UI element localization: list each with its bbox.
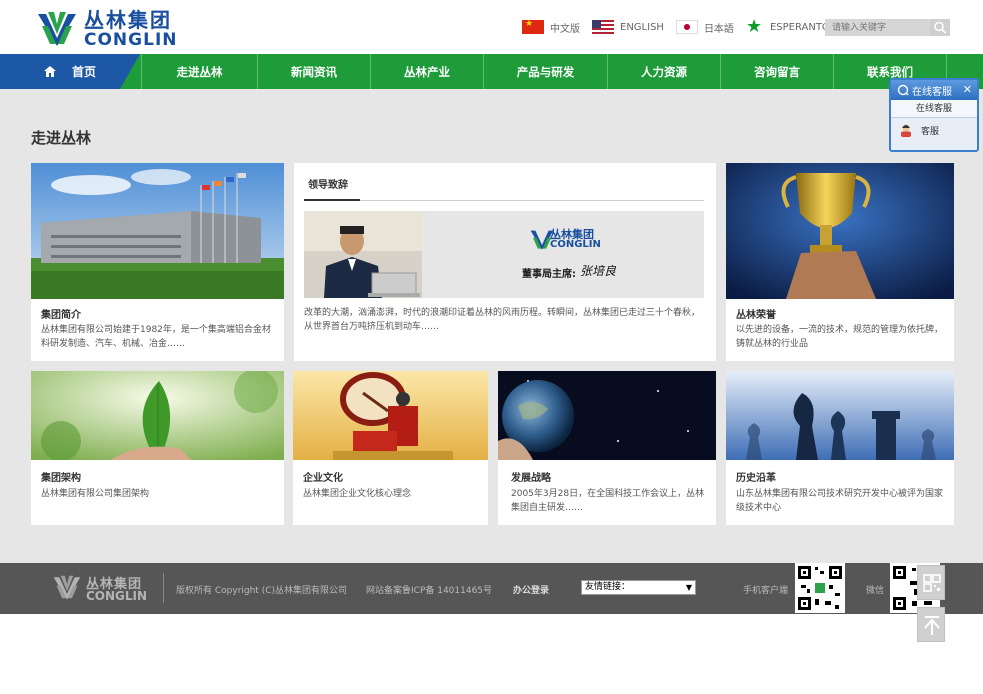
page: 丛林集团 CONGLIN 中文版 ENGLISH 日本語 ★ ESPERANTO	[0, 0, 983, 694]
agent-avatar-icon	[901, 124, 911, 137]
wechat-label: 微信	[866, 586, 885, 596]
card-desc: 山东丛林集团有限公司技术研究开发中心被评为国家级技术中心	[736, 489, 944, 513]
conglin-logo[interactable]: 丛林集团 CONGLIN	[36, 8, 181, 50]
footer-divider	[163, 573, 164, 603]
card-group-intro[interactable]: 集团简介 丛林集团有限公司始建于1982年，是一个集高端铝合金材料研发制造、汽车…	[31, 163, 284, 361]
card-history[interactable]: 历史沿革 山东丛林集团有限公司技术研究开发中心被评为国家级技术中心	[726, 371, 954, 525]
card-desc: 丛林集团有限公司始建于1982年，是一个集高端铝合金材料研发制造、汽车、机械、冶…	[41, 325, 271, 349]
qr-code-icon	[923, 574, 941, 592]
search-box	[825, 19, 950, 36]
flag-jp-icon	[675, 20, 698, 34]
footer-logo: 丛林集团 CONGLIN	[52, 571, 157, 607]
nav-home[interactable]: 首页	[0, 54, 140, 89]
chairman-signature: 张培良	[580, 264, 617, 278]
card-strategy[interactable]: 发展战略 2005年3月28日，在全国科技工作会议上，丛林集团自主研发……	[498, 371, 716, 525]
close-icon[interactable]: ✕	[963, 83, 972, 96]
star-green-icon: ★	[745, 16, 763, 37]
nav-item-products[interactable]: 产品与研发	[483, 54, 607, 89]
chess-image	[726, 371, 954, 460]
card-title: 企业文化	[303, 473, 343, 484]
card-culture[interactable]: 企业文化 丛林集团企业文化核心理念	[293, 371, 488, 525]
trophy-image	[726, 163, 954, 299]
speech-banner: 丛林集团 CONGLIN 董事局主席: 张培良	[304, 211, 704, 298]
card-title: 历史沿革	[736, 473, 776, 484]
chat-bubble-icon	[897, 84, 909, 96]
service-subtitle: 在线客服	[891, 100, 977, 118]
leaf-hand-image	[31, 371, 284, 460]
flag-us-icon	[592, 20, 614, 34]
home-icon	[44, 66, 56, 77]
card-title: 集团架构	[41, 473, 81, 484]
office-login-link[interactable]: 办公登录	[513, 583, 549, 596]
page-title: 走进丛林	[31, 129, 92, 147]
card-group-structure[interactable]: 集团架构 丛林集团有限公司集团架构	[31, 371, 284, 525]
icp-text[interactable]: 网站备案鲁ICP备 14011465号	[366, 583, 492, 596]
speech-tab-bar: 领导致辞	[304, 177, 704, 201]
flag-cn-icon	[522, 19, 544, 34]
lang-label: 中文版	[550, 23, 580, 35]
card-desc: 丛林集团企业文化核心理念	[303, 489, 412, 499]
footer: 丛林集团 CONGLIN 版权所有 Copyright (C)丛林集团有限公司 …	[0, 563, 983, 614]
logo-text-en: CONGLIN	[84, 30, 178, 50]
card-desc: 以先进的设备，一流的技术，规范的管理为依托牌，铸就丛林的行业品	[736, 325, 944, 349]
language-switcher: 中文版 ENGLISH 日本語 ★ ESPERANTO	[522, 17, 842, 37]
service-title: 在线客服	[912, 86, 952, 98]
lang-chinese[interactable]: 中文版	[522, 19, 580, 35]
header: 丛林集团 CONGLIN 中文版 ENGLISH 日本語 ★ ESPERANTO	[0, 0, 983, 54]
logo-mark-icon	[38, 12, 76, 46]
lang-label: ESPERANTO	[769, 21, 830, 33]
footer-logo-en: CONGLIN	[86, 589, 148, 603]
office-building-image	[31, 163, 284, 299]
logo-text-cn: 丛林集团	[84, 8, 172, 32]
chairman-label: 董事局主席:	[522, 269, 576, 280]
lang-esperanto[interactable]: ★ ESPERANTO	[745, 16, 830, 37]
nav-item-message[interactable]: 咨询留言	[720, 54, 833, 89]
globe-image	[498, 371, 716, 460]
agent-label: 客服	[921, 126, 940, 137]
nav-item-hr[interactable]: 人力资源	[607, 54, 720, 89]
nav-items: 走进丛林 新闻资讯 丛林产业 产品与研发 人力资源 咨询留言 联系我们	[141, 54, 983, 89]
nav-home-label: 首页	[72, 65, 97, 79]
back-to-top-button[interactable]	[917, 607, 945, 642]
nav-item-news[interactable]: 新闻资讯	[257, 54, 370, 89]
card-leader-speech[interactable]: 领导致辞 丛林集团 CONGLIN 董事局主席: 张培良 改革的大潮，汹涌澎湃，…	[294, 163, 716, 361]
nav-item-industry[interactable]: 丛林产业	[370, 54, 483, 89]
card-desc: 丛林集团有限公司集团架构	[41, 489, 150, 499]
footer-logo-icon	[53, 575, 81, 600]
card-title: 发展战略	[511, 473, 551, 484]
lang-japanese[interactable]: 日本語	[675, 20, 734, 35]
arrow-up-icon	[924, 616, 940, 635]
dropdown-arrow-icon: ▼	[685, 583, 692, 592]
tab-leader-speech[interactable]: 领导致辞	[304, 177, 360, 201]
service-agent[interactable]: 客服	[891, 118, 977, 142]
drum-image	[293, 371, 488, 460]
friend-links-select[interactable]: 友情链接： ▼	[581, 580, 696, 595]
main-nav: 首页 走进丛林 新闻资讯 丛林产业 产品与研发 人力资源 咨询留言 联系我们	[0, 54, 983, 89]
banner-logo-en: CONGLIN	[550, 239, 601, 250]
lang-label: 日本語	[703, 23, 734, 35]
lang-label: ENGLISH	[620, 21, 664, 33]
mobile-client-label: 手机客户端	[743, 586, 789, 596]
search-icon	[934, 21, 947, 34]
friend-links-value: 友情链接：	[585, 582, 631, 592]
search-button[interactable]	[930, 19, 950, 36]
main-content: 走进丛林 集团简介 丛林集团有限公司始建于1982年，是一个集高端铝合金材料研发…	[0, 89, 983, 563]
chairman-photo	[304, 211, 422, 298]
card-title: 丛林荣誉	[736, 310, 776, 321]
nav-item-about[interactable]: 走进丛林	[141, 54, 257, 89]
mobile-qr-code	[795, 563, 845, 613]
search-input[interactable]	[825, 19, 930, 36]
copyright-text: 版权所有 Copyright (C)丛林集团有限公司	[176, 586, 348, 596]
qr-toggle-button[interactable]	[917, 565, 945, 600]
card-desc: 2005年3月28日，在全国科技工作会议上，丛林集团自主研发……	[511, 489, 705, 513]
card-title: 集团简介	[41, 310, 81, 321]
online-service-widget: 在线客服 ✕ 在线客服 客服	[889, 78, 979, 152]
card-honor[interactable]: 丛林荣誉 以先进的设备，一流的技术，规范的管理为依托牌，铸就丛林的行业品	[726, 163, 954, 361]
card-desc: 改革的大潮，汹涌澎湃，时代的浪潮印证着丛林的风雨历程。转瞬间，丛林集团已走过三十…	[304, 308, 701, 332]
lang-english[interactable]: ENGLISH	[592, 20, 664, 34]
